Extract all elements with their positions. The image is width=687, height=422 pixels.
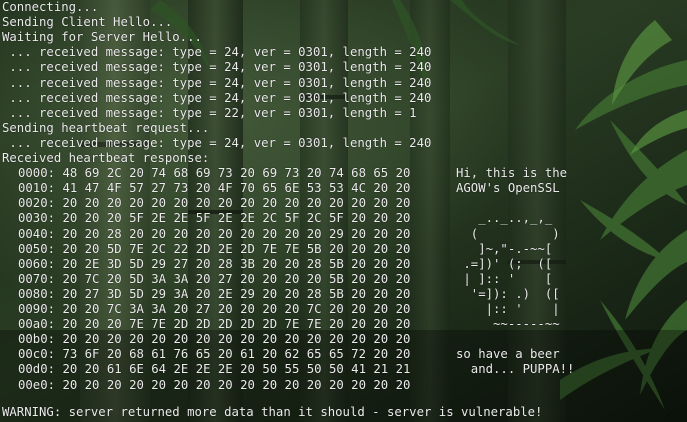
hex-ascii: so have a beer: [456, 347, 560, 362]
status-line: Sending Client Hello...: [2, 15, 173, 30]
hex-row: 00e0: 20 20 20 20 20 20 20 20 20 20 20 2…: [18, 378, 410, 393]
hex-bytes: 20 2E 3D 5D 29 27 20 28 3B 20 20 28 5B 2…: [62, 256, 411, 271]
terminal-window[interactable]: Connecting... Sending Client Hello... Wa…: [0, 0, 687, 422]
hex-row: 0080: 20 27 3D 5D 29 3A 20 2E 29 20 20 2…: [18, 287, 410, 302]
hex-ascii: ]~,"-.-~~[: [456, 241, 553, 256]
hex-offset: 0090:: [18, 302, 56, 316]
status-line: ... received message: type = 24, ver = 0…: [2, 135, 432, 150]
hex-bytes: 20 20 28 20 20 20 20 20 20 20 20 20 29 2…: [62, 226, 411, 241]
hex-bytes: 20 20 7C 3A 3A 20 27 20 20 20 20 7C 20 2…: [62, 302, 411, 316]
hex-bytes: 20 20 20 5F 2E 2E 5F 2E 2E 2C 5F 2C 5F 2…: [62, 211, 411, 226]
hex-ascii: '=]): .) ([: [456, 286, 560, 301]
hex-row: 00a0: 20 20 20 7E 7E 2D 2D 2D 2D 2D 7E 7…: [18, 317, 410, 332]
hex-offset: 0020:: [18, 196, 56, 211]
hex-bytes: 20 20 20 7E 7E 2D 2D 2D 2D 2D 7E 7E 20 2…: [62, 317, 411, 332]
hex-offset: 0010:: [18, 181, 56, 196]
hex-offset: 00a0:: [18, 317, 56, 332]
hex-offset: 00b0:: [18, 332, 56, 347]
hex-ascii: | ]:: ' [: [456, 271, 553, 286]
hex-offset: 0030:: [18, 211, 56, 226]
hex-ascii: AGOW's OpenSSL: [456, 181, 560, 196]
hex-row: 0020: 20 20 20 20 20 20 20 20 20 20 20 2…: [18, 196, 410, 211]
hex-ascii: .=])' (; ([: [456, 256, 553, 271]
hex-offset: 0070:: [18, 271, 56, 286]
hex-offset: 0040:: [18, 226, 56, 241]
hex-row: 0090: 20 20 7C 3A 3A 20 27 20 20 20 20 7…: [18, 302, 410, 317]
status-line: ... received message: type = 24, ver = 0…: [2, 60, 432, 75]
hex-ascii: |:: ' |: [456, 302, 560, 316]
hex-offset: 0060:: [18, 256, 56, 271]
hex-bytes: 20 27 3D 5D 29 3A 20 2E 29 20 20 28 5B 2…: [62, 286, 411, 301]
hex-ascii: and... PUPPA!!: [456, 362, 575, 377]
hex-row: 0040: 20 20 28 20 20 20 20 20 20 20 20 2…: [18, 227, 410, 242]
hex-bytes: 20 20 5D 7E 2C 22 2D 2E 2D 7E 7E 5B 20 2…: [62, 241, 411, 256]
hex-ascii: ( ): [456, 226, 560, 241]
hex-row: 0070: 20 7C 20 5D 3A 3A 20 27 20 20 20 2…: [18, 272, 410, 287]
hex-offset: 00c0:: [18, 347, 56, 362]
hex-bytes: 73 6F 20 68 61 76 65 20 61 20 62 65 65 7…: [62, 347, 411, 362]
hex-ascii: Hi, this is the: [456, 166, 568, 181]
hex-bytes: 48 69 2C 20 74 68 69 73 20 69 73 20 74 6…: [62, 166, 411, 181]
status-line: ... received message: type = 22, ver = 0…: [2, 105, 417, 120]
hex-bytes: 20 20 20 20 20 20 20 20 20 20 20 20 20 2…: [62, 196, 411, 211]
status-line: Received heartbeat response:: [2, 151, 210, 165]
hex-offset: 0080:: [18, 286, 56, 301]
hex-bytes: 20 7C 20 5D 3A 3A 20 27 20 20 20 20 5B 2…: [62, 271, 411, 286]
hex-bytes: 20 20 20 20 20 20 20 20 20 20 20 20 20 2…: [62, 377, 411, 392]
status-line: Connecting...: [2, 0, 99, 14]
hex-offset: 0000:: [18, 166, 56, 181]
hex-bytes: 20 20 20 20 20 20 20 20 20 20 20 20 20 2…: [62, 332, 411, 347]
hex-offset: 0050:: [18, 241, 56, 256]
status-line: Sending heartbeat request...: [2, 120, 210, 135]
hex-row: 0000: 48 69 2C 20 74 68 69 73 20 69 73 2…: [18, 166, 410, 181]
hex-row: 00c0: 73 6F 20 68 61 76 65 20 61 20 62 6…: [18, 347, 410, 362]
hex-row: 0050: 20 20 5D 7E 2C 22 2D 2E 2D 7E 7E 5…: [18, 242, 410, 257]
vulnerability-warning: WARNING: server returned more data than …: [2, 405, 543, 419]
status-line: ... received message: type = 24, ver = 0…: [2, 75, 432, 90]
hex-offset: 00e0:: [18, 377, 56, 392]
hex-bytes: 41 47 4F 57 27 73 20 4F 70 65 6E 53 53 4…: [62, 181, 411, 196]
hex-row: 00d0: 20 20 61 6E 64 2E 2E 2E 20 50 55 5…: [18, 362, 410, 377]
status-line: ... received message: type = 24, ver = 0…: [2, 45, 432, 60]
hex-bytes: 20 20 61 6E 64 2E 2E 2E 20 50 55 50 50 4…: [62, 362, 411, 377]
status-line: ... received message: type = 24, ver = 0…: [2, 90, 432, 105]
hex-row: 0030: 20 20 20 5F 2E 2E 5F 2E 2E 2C 5F 2…: [18, 211, 410, 226]
hex-row: 0060: 20 2E 3D 5D 29 27 20 28 3B 20 20 2…: [18, 257, 410, 272]
hex-ascii: ~~-----~~: [456, 317, 560, 332]
hex-ascii: _.._..,_,_: [456, 211, 553, 226]
hex-row: 00b0: 20 20 20 20 20 20 20 20 20 20 20 2…: [18, 332, 410, 347]
hex-row: 0010: 41 47 4F 57 27 73 20 4F 70 65 6E 5…: [18, 181, 410, 196]
status-line: Waiting for Server Hello...: [2, 30, 202, 45]
hex-offset: 00d0:: [18, 362, 56, 377]
